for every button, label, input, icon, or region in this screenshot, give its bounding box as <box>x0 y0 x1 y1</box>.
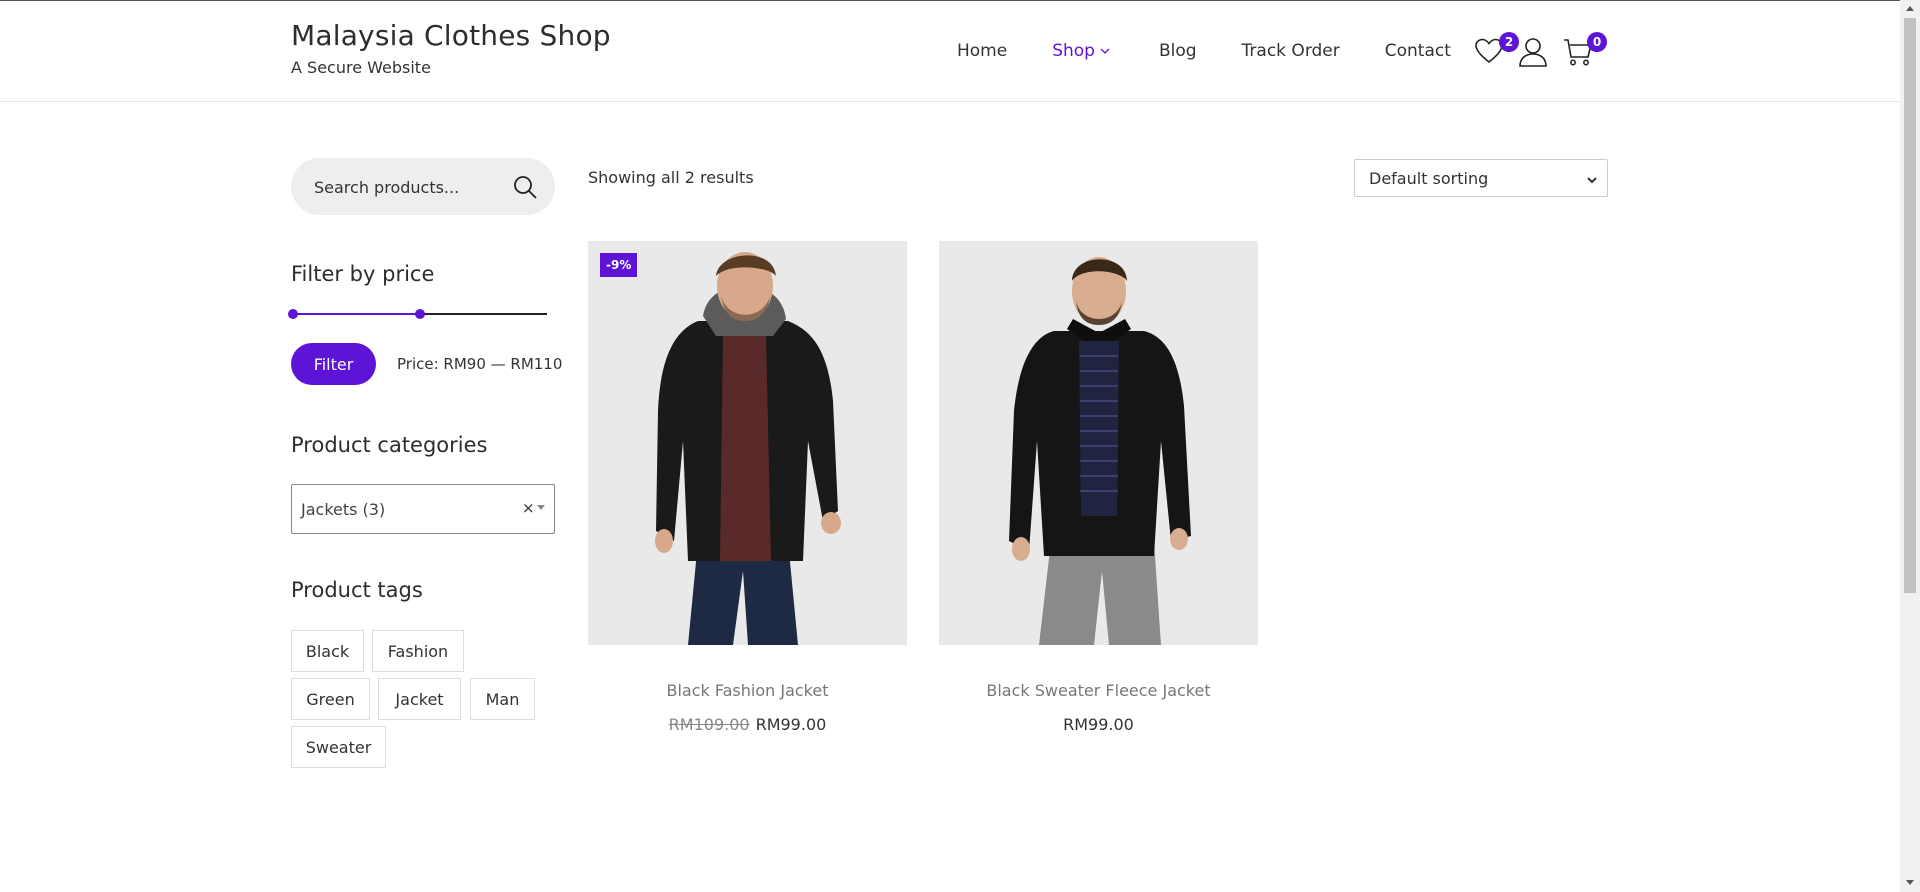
chevron-down-icon <box>1587 177 1597 184</box>
cart-count-badge: 0 <box>1587 32 1607 52</box>
sorting-select[interactable]: Default sorting <box>1354 159 1608 197</box>
sale-badge: -9% <box>600 253 638 277</box>
category-select[interactable]: Jackets (3) × <box>291 484 555 534</box>
site-tagline: A Secure Website <box>291 58 431 77</box>
nav-contact[interactable]: Contact <box>1385 41 1451 61</box>
filter-by-price-title: Filter by price <box>291 262 435 286</box>
product-title[interactable]: Black Sweater Fleece Jacket <box>939 681 1258 700</box>
slider-max-handle[interactable] <box>415 309 425 319</box>
nav-shop-label: Shop <box>1052 41 1095 61</box>
product-title[interactable]: Black Fashion Jacket <box>588 681 907 700</box>
price-range-label: Price: RM90 — RM110 <box>397 355 563 373</box>
product-old-price: RM109.00 <box>668 715 750 734</box>
tag-black[interactable]: Black <box>291 630 364 672</box>
dropdown-arrow-icon <box>537 505 545 510</box>
scrollbar-thumb[interactable] <box>1904 18 1916 593</box>
product-current-price: RM99.00 <box>755 715 827 734</box>
product-current-price: RM99.00 <box>1063 715 1134 734</box>
nav-track-order[interactable]: Track Order <box>1242 41 1340 61</box>
search-icon[interactable] <box>512 174 538 200</box>
site-header: Malaysia Clothes Shop A Secure Website H… <box>0 1 1900 102</box>
price-range-slider[interactable] <box>288 309 547 319</box>
category-selected-value: Jackets (3) <box>301 500 386 519</box>
sorting-selected-value: Default sorting <box>1369 169 1489 188</box>
tag-jacket[interactable]: Jacket <box>378 678 461 720</box>
product-tags-title: Product tags <box>291 578 423 602</box>
wishlist-count-badge: 2 <box>1499 32 1519 52</box>
scroll-down-arrow-icon[interactable] <box>1906 880 1914 885</box>
clear-selection-icon[interactable]: × <box>522 499 535 517</box>
site-title[interactable]: Malaysia Clothes Shop <box>291 19 611 52</box>
slider-range <box>293 313 420 315</box>
product-card: -9% Black Fashion Jacket RM109.00 RM99.00 <box>588 241 907 734</box>
product-price: RM109.00 RM99.00 <box>588 715 907 734</box>
product-search <box>291 158 555 215</box>
tag-fashion[interactable]: Fashion <box>372 630 464 672</box>
scroll-up-arrow-icon[interactable] <box>1906 6 1914 11</box>
tag-sweater[interactable]: Sweater <box>291 726 386 768</box>
slider-min-handle[interactable] <box>288 309 298 319</box>
user-icon[interactable] <box>1518 37 1548 67</box>
nav-blog[interactable]: Blog <box>1159 41 1197 61</box>
product-card: Black Sweater Fleece Jacket RM99.00 <box>939 241 1258 734</box>
page-scrollbar[interactable] <box>1900 0 1920 892</box>
main-nav: Home Shop Blog Track Order Contact <box>957 41 1451 61</box>
tag-green[interactable]: Green <box>291 678 370 720</box>
result-count: Showing all 2 results <box>588 168 754 187</box>
filter-button[interactable]: Filter <box>291 343 376 385</box>
product-image[interactable]: -9% <box>588 241 907 645</box>
product-image[interactable] <box>939 241 1258 645</box>
product-price: RM99.00 <box>939 715 1258 734</box>
product-categories-title: Product categories <box>291 433 488 457</box>
product-photo-man-jacket <box>588 241 907 645</box>
search-input[interactable] <box>314 174 504 200</box>
tag-man[interactable]: Man <box>470 678 535 720</box>
product-photo-man-sweater-jacket <box>939 241 1258 645</box>
nav-shop[interactable]: Shop <box>1052 41 1111 61</box>
nav-home[interactable]: Home <box>957 41 1007 61</box>
chevron-down-icon <box>1100 48 1110 54</box>
